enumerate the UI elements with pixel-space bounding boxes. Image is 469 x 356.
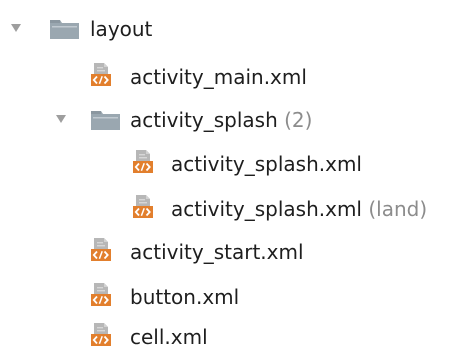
xml-layout-file-icon: [132, 194, 154, 219]
xml-layout-file-icon: [90, 322, 112, 347]
tree-row-activity-splash-land[interactable]: activity_splash.xml (land): [0, 190, 469, 228]
expand-arrow-icon[interactable]: [55, 113, 67, 125]
folder-icon: [49, 17, 80, 41]
xml-layout-file-icon: [132, 149, 154, 174]
tree-row-layout-folder[interactable]: layout: [0, 10, 469, 48]
xml-layout-file-icon: [90, 62, 112, 87]
tree-row-activity-splash-file[interactable]: activity_splash.xml: [0, 145, 469, 183]
xml-layout-file-icon: [90, 282, 112, 307]
tree-row-activity-splash-group[interactable]: activity_splash (2): [0, 101, 469, 139]
file-label-button: button.xml: [130, 285, 240, 309]
folder-icon: [90, 108, 121, 132]
tree-row-activity-main[interactable]: activity_main.xml: [0, 58, 469, 96]
tree-row-cell[interactable]: cell.xml: [0, 318, 469, 356]
group-count-badge: (2): [284, 108, 313, 132]
file-label-activity-start: activity_start.xml: [130, 240, 304, 264]
tree-row-button[interactable]: button.xml: [0, 278, 469, 316]
file-label-activity-splash-land: activity_splash.xml (land): [171, 197, 428, 221]
tree-row-activity-start[interactable]: activity_start.xml: [0, 233, 469, 271]
qualifier-land: (land): [368, 197, 428, 221]
file-label-cell: cell.xml: [130, 325, 208, 349]
project-file-tree: layout activity_main.xml activity_splash…: [0, 0, 469, 354]
file-label-activity-splash: activity_splash.xml: [171, 152, 362, 176]
expand-arrow-icon[interactable]: [10, 22, 22, 34]
folder-label-layout: layout: [90, 17, 153, 41]
xml-layout-file-icon: [90, 237, 112, 262]
file-label-activity-main: activity_main.xml: [130, 65, 307, 89]
group-label-activity-splash: activity_splash (2): [130, 108, 313, 132]
